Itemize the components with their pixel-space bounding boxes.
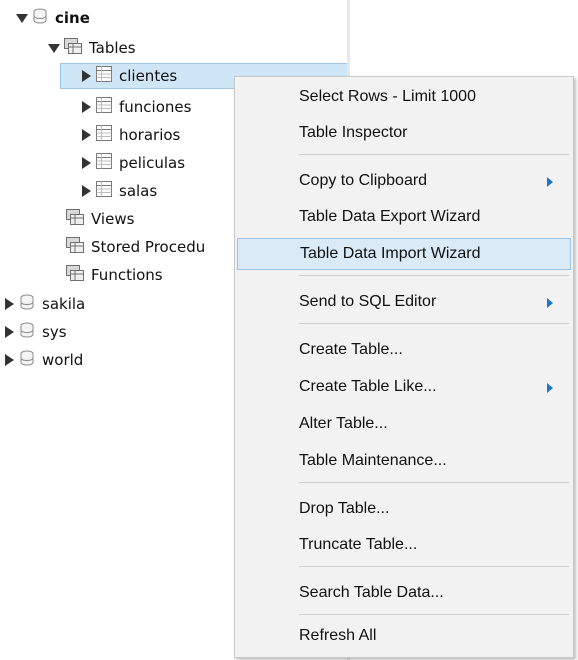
table-icon xyxy=(96,97,112,117)
submenu-arrow-icon xyxy=(547,383,553,393)
table-icon xyxy=(96,153,112,173)
menu-separator xyxy=(299,275,569,276)
menu-item-select-rows[interactable]: Select Rows - Limit 1000 xyxy=(237,81,571,113)
folder-label: Stored Procedu xyxy=(91,238,206,256)
menu-item-table-data-export-wizard[interactable]: Table Data Export Wizard xyxy=(237,201,571,233)
schema-node-world[interactable]: world xyxy=(3,347,83,373)
table-node-horarios[interactable]: horarios xyxy=(80,122,180,148)
menu-separator xyxy=(299,323,569,324)
menu-item-table-data-import-wizard[interactable]: Table Data Import Wizard xyxy=(237,238,571,270)
tables-folder-node[interactable]: Tables xyxy=(48,35,136,61)
schema-label: sakila xyxy=(42,295,86,313)
menu-item-alter-table[interactable]: Alter Table... xyxy=(237,408,571,440)
expand-arrow-icon[interactable] xyxy=(3,326,15,338)
table-label: horarios xyxy=(119,126,181,144)
menu-separator xyxy=(299,614,569,615)
expand-arrow-icon[interactable] xyxy=(80,101,92,113)
menu-item-drop-table[interactable]: Drop Table... xyxy=(237,493,571,525)
menu-item-label: Drop Table... xyxy=(299,500,390,517)
database-icon xyxy=(19,322,35,342)
table-label: funciones xyxy=(119,98,192,116)
table-node-funciones[interactable]: funciones xyxy=(80,94,191,120)
database-icon xyxy=(19,294,35,314)
menu-item-label: Select Rows - Limit 1000 xyxy=(299,88,476,105)
folder-label: Views xyxy=(91,210,135,228)
folder-label: Tables xyxy=(89,39,136,57)
collapse-arrow-icon[interactable] xyxy=(48,42,60,54)
menu-item-label: Table Maintenance... xyxy=(299,452,447,469)
context-menu: Select Rows - Limit 1000 Table Inspector… xyxy=(234,76,574,658)
menu-separator xyxy=(299,482,569,483)
menu-item-label: Table Inspector xyxy=(299,124,408,141)
schema-label: cine xyxy=(55,9,90,27)
collapse-arrow-icon[interactable] xyxy=(16,12,28,24)
submenu-arrow-icon xyxy=(547,177,553,187)
expand-arrow-icon[interactable] xyxy=(3,298,15,310)
table-icon xyxy=(96,181,112,201)
schema-node-cine[interactable]: cine xyxy=(16,5,90,31)
menu-item-label: Table Data Export Wizard xyxy=(299,208,481,225)
expand-arrow-icon[interactable] xyxy=(80,185,92,197)
table-icon xyxy=(96,66,112,86)
stored-procedures-folder-node[interactable]: Stored Procedu xyxy=(66,234,205,260)
table-label: peliculas xyxy=(119,154,186,172)
folder-grid-icon xyxy=(66,237,84,257)
schema-node-sys[interactable]: sys xyxy=(3,319,67,345)
table-icon xyxy=(96,125,112,145)
schema-label: world xyxy=(42,351,84,369)
menu-item-label: Create Table Like... xyxy=(299,378,437,395)
menu-separator xyxy=(299,566,569,567)
menu-item-label: Alter Table... xyxy=(299,415,388,432)
menu-item-create-table[interactable]: Create Table... xyxy=(237,334,571,366)
database-icon xyxy=(19,350,35,370)
table-label: clientes xyxy=(119,67,178,85)
menu-item-send-to-sql-editor[interactable]: Send to SQL Editor xyxy=(237,286,571,318)
table-node-salas[interactable]: salas xyxy=(80,178,157,204)
menu-item-search-table-data[interactable]: Search Table Data... xyxy=(237,577,571,609)
menu-item-copy-to-clipboard[interactable]: Copy to Clipboard xyxy=(237,165,571,197)
schema-label: sys xyxy=(42,323,67,341)
expand-arrow-icon[interactable] xyxy=(80,129,92,141)
menu-item-create-table-like[interactable]: Create Table Like... xyxy=(237,371,571,403)
menu-item-label: Truncate Table... xyxy=(299,536,418,553)
table-node-peliculas[interactable]: peliculas xyxy=(80,150,185,176)
submenu-arrow-icon xyxy=(547,298,553,308)
menu-item-refresh-all[interactable]: Refresh All xyxy=(237,620,571,652)
menu-item-label: Search Table Data... xyxy=(299,584,444,601)
folder-grid-icon xyxy=(66,265,84,285)
menu-item-label: Send to SQL Editor xyxy=(299,293,437,310)
views-folder-node[interactable]: Views xyxy=(66,206,134,232)
menu-item-label: Create Table... xyxy=(299,341,403,358)
menu-item-table-inspector[interactable]: Table Inspector xyxy=(237,117,571,149)
menu-item-truncate-table[interactable]: Truncate Table... xyxy=(237,529,571,561)
menu-item-table-maintenance[interactable]: Table Maintenance... xyxy=(237,445,571,477)
table-label: salas xyxy=(119,182,158,200)
functions-folder-node[interactable]: Functions xyxy=(66,262,163,288)
expand-arrow-icon[interactable] xyxy=(80,157,92,169)
menu-item-label: Table Data Import Wizard xyxy=(300,245,481,262)
database-icon xyxy=(32,8,48,28)
folder-label: Functions xyxy=(91,266,163,284)
expand-arrow-icon[interactable] xyxy=(3,354,15,366)
expand-arrow-icon[interactable] xyxy=(80,70,92,82)
menu-separator xyxy=(299,154,569,155)
folder-grid-icon xyxy=(66,209,84,229)
menu-item-label: Refresh All xyxy=(299,627,377,644)
folder-grid-icon xyxy=(64,38,82,58)
schema-node-sakila[interactable]: sakila xyxy=(3,291,85,317)
menu-item-label: Copy to Clipboard xyxy=(299,172,428,189)
